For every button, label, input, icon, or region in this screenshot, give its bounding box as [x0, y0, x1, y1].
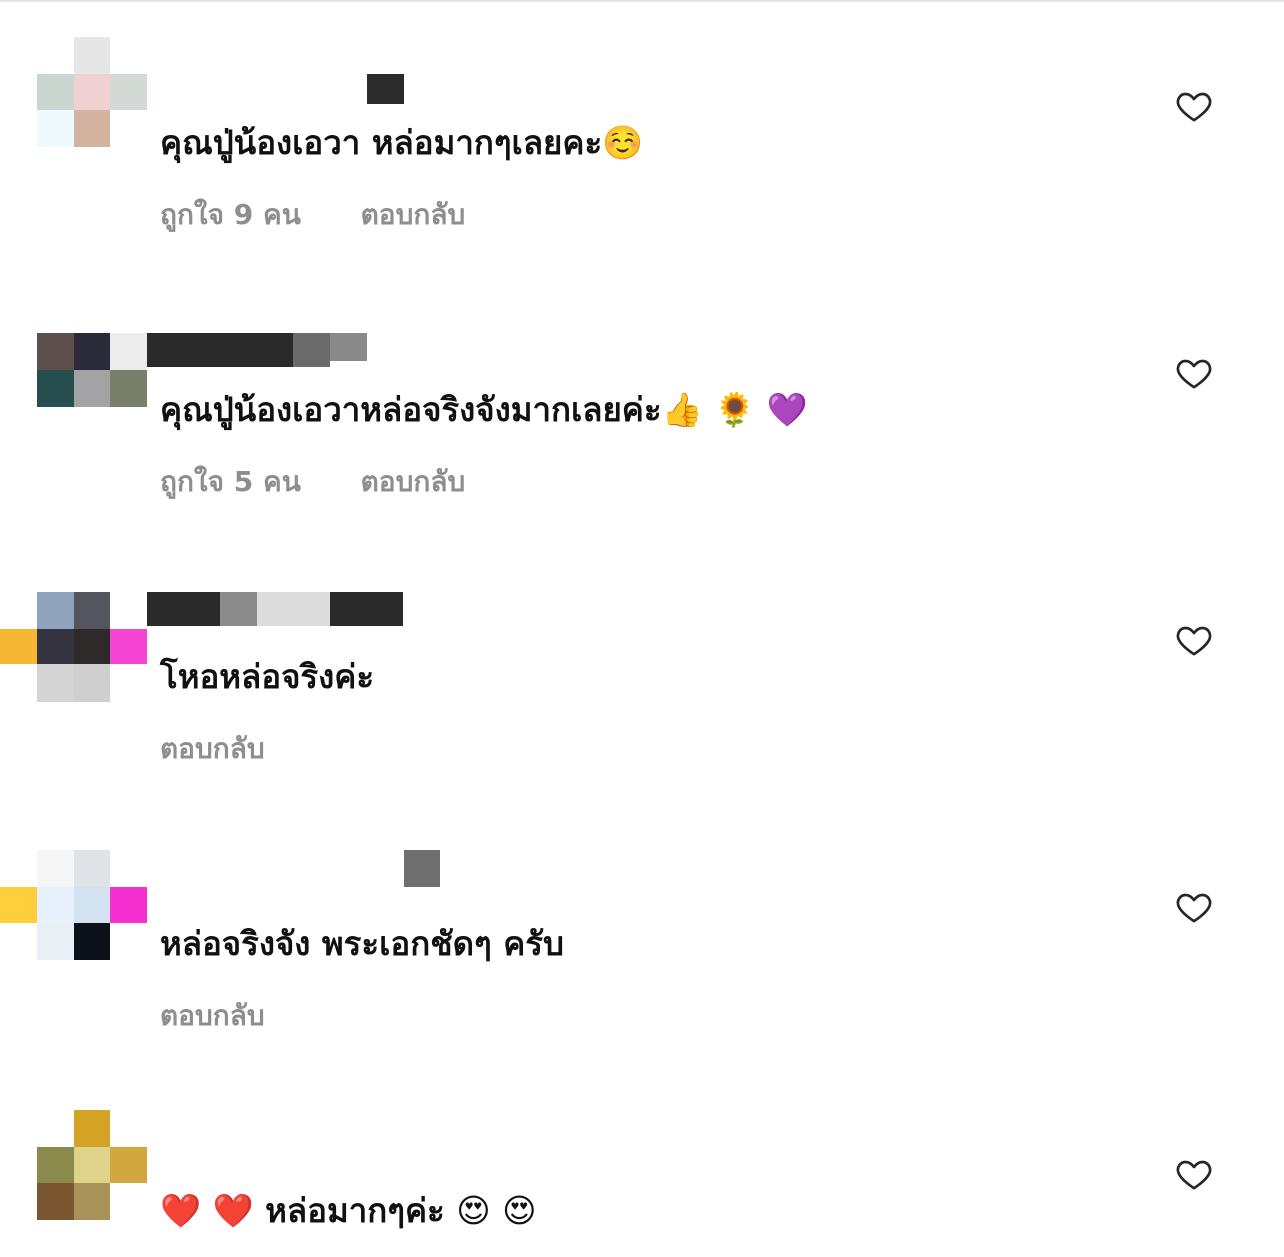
likes-count[interactable]: ถูกใจ 5 คน	[160, 465, 301, 498]
comment-meta: ตอบกลับ	[160, 727, 315, 771]
comment-item: โหอหล่อจริงค่ะ ตอบกลับ	[0, 571, 1284, 771]
heart-outline-icon	[1176, 626, 1212, 656]
comment-meta: ตอบกลับ	[160, 994, 315, 1038]
comment-text: หล่อจริงจัง พระเอกชัดๆ ครับ	[160, 924, 564, 963]
avatar[interactable]	[0, 592, 147, 702]
avatar[interactable]	[37, 333, 147, 443]
like-button[interactable]	[1174, 353, 1214, 393]
comment-text: คุณปู่น้องเอวา หล่อมากๆเลยคะ☺️	[160, 123, 644, 162]
comment-text: โหอหล่อจริงค่ะ	[160, 657, 375, 696]
like-button[interactable]	[1174, 1154, 1214, 1194]
username-redacted[interactable]	[147, 850, 477, 890]
heart-outline-icon	[1176, 92, 1212, 122]
reply-button[interactable]: ตอบกลับ	[361, 465, 466, 498]
comment-item: ❤️ ❤️ หล่อมากๆค่ะ 😍 😍	[0, 1105, 1284, 1257]
top-divider	[0, 0, 1284, 2]
like-button[interactable]	[1174, 86, 1214, 126]
reply-button[interactable]: ตอบกลับ	[160, 732, 265, 765]
comment-meta: ถูกใจ 9 คน ตอบกลับ	[160, 193, 515, 237]
heart-outline-icon	[1176, 1160, 1212, 1190]
reply-button[interactable]: ตอบกลับ	[160, 999, 265, 1032]
like-button[interactable]	[1174, 887, 1214, 927]
username-redacted[interactable]	[147, 37, 477, 104]
likes-count[interactable]: ถูกใจ 9 คน	[160, 198, 301, 231]
avatar[interactable]	[0, 850, 147, 960]
heart-outline-icon	[1176, 893, 1212, 923]
avatar[interactable]	[37, 1110, 147, 1220]
comment-item: คุณปู่น้องเอวา หล่อมากๆเลยคะ☺️ ถูกใจ 9 ค…	[0, 37, 1284, 237]
username-redacted[interactable]	[147, 333, 477, 373]
comment-item: หล่อจริงจัง พระเอกชัดๆ ครับ ตอบกลับ	[0, 838, 1284, 1038]
heart-outline-icon	[1176, 359, 1212, 389]
comment-item: คุณปู่น้องเอวาหล่อจริงจังมากเลยค่ะ👍 🌻 💜 …	[0, 304, 1284, 504]
avatar[interactable]	[37, 37, 147, 147]
username-redacted[interactable]	[147, 592, 477, 632]
comment-meta: ถูกใจ 5 คน ตอบกลับ	[160, 460, 515, 504]
comment-text: ❤️ ❤️ หล่อมากๆค่ะ 😍 😍	[160, 1191, 537, 1230]
reply-button[interactable]: ตอบกลับ	[361, 198, 466, 231]
like-button[interactable]	[1174, 620, 1214, 660]
comment-text: คุณปู่น้องเอวาหล่อจริงจังมากเลยค่ะ👍 🌻 💜	[160, 390, 808, 429]
